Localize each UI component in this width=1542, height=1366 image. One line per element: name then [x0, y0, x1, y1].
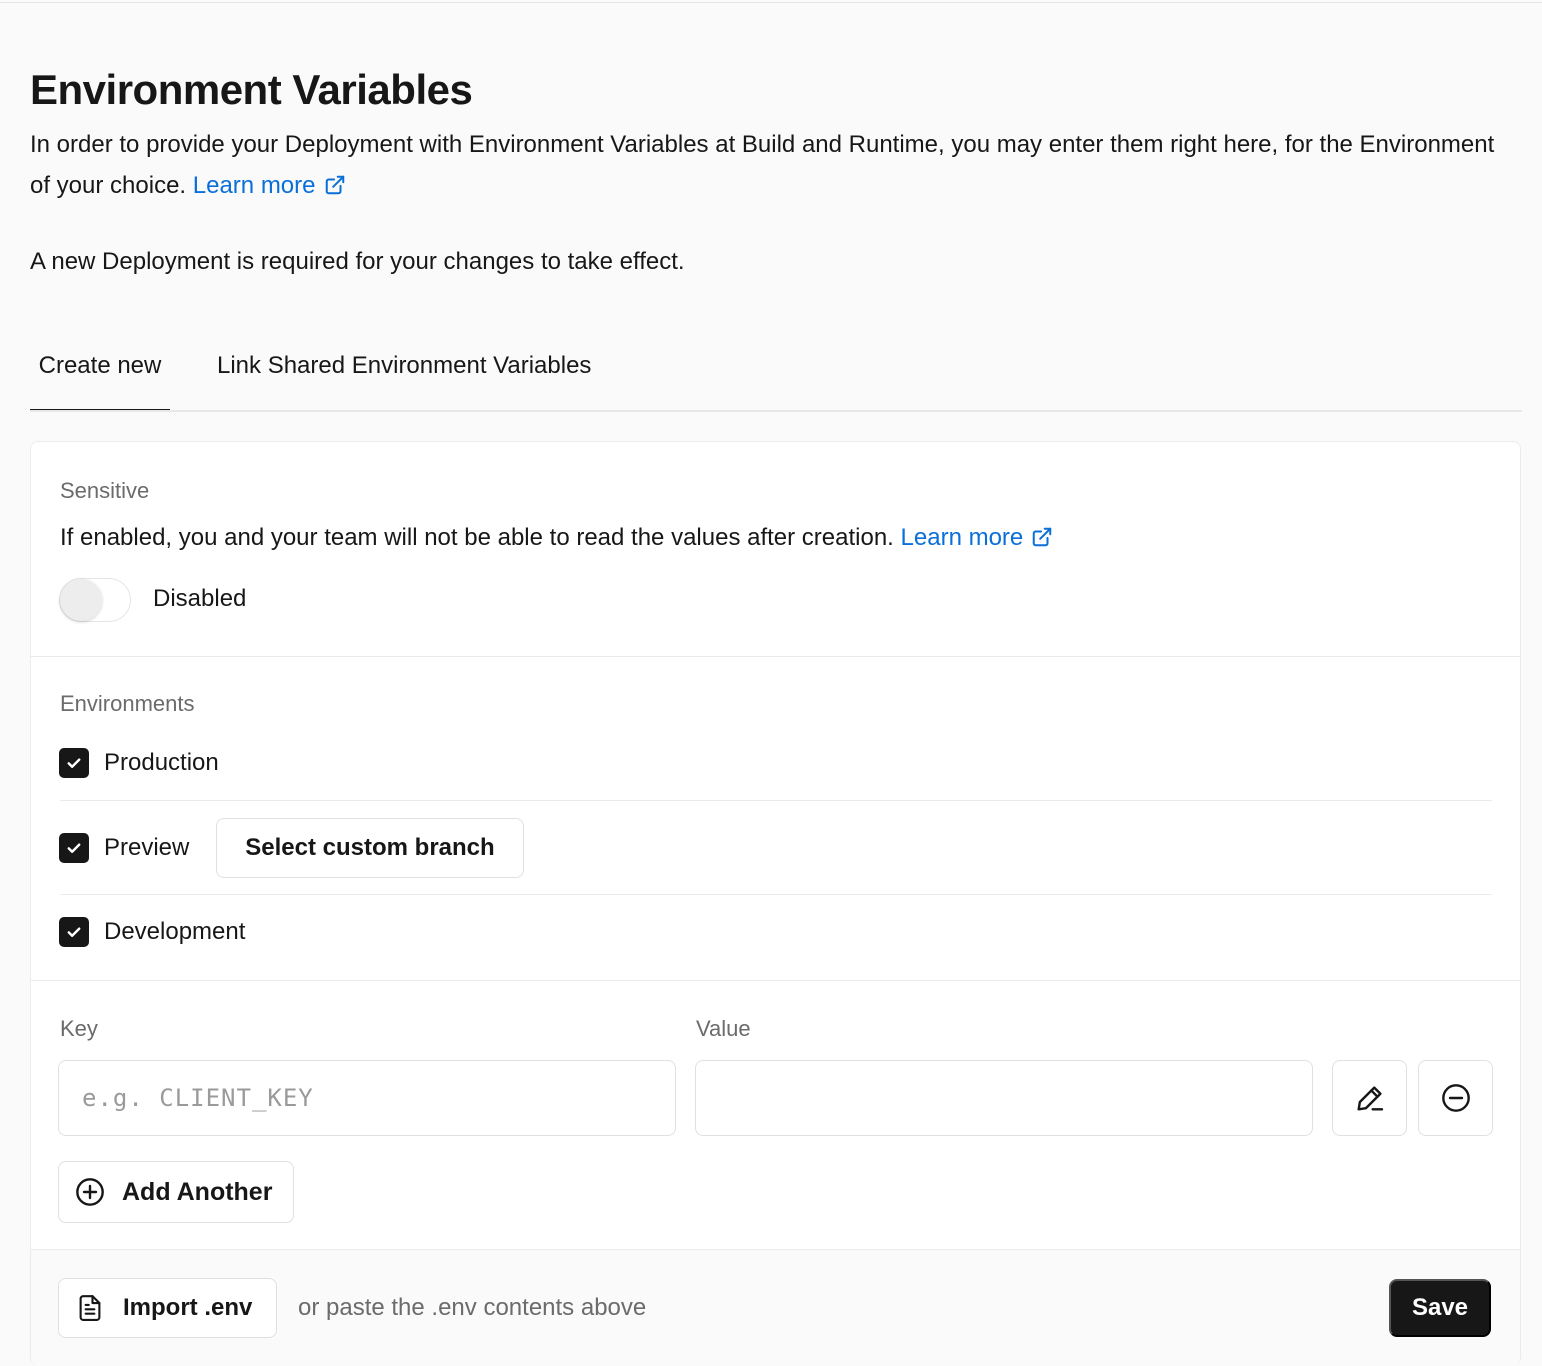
pencil-icon [1356, 1086, 1383, 1111]
tab-link-shared[interactable]: Link Shared Environment Variables [217, 352, 591, 412]
external-link-icon [1033, 527, 1052, 547]
create-variable-card: Sensitive If enabled, you and your team … [30, 441, 1521, 1366]
section-divider [31, 980, 1520, 981]
development-label: Development [104, 918, 246, 945]
tabs-divider [30, 410, 1522, 412]
page-title: Environment Variables [30, 66, 473, 113]
external-link-icon [325, 175, 344, 195]
key-input[interactable] [58, 1060, 676, 1136]
env-development-row: Development [59, 912, 245, 952]
check-icon [67, 758, 81, 768]
import-env-button[interactable]: Import .env [58, 1278, 277, 1338]
env-divider [60, 894, 1492, 895]
file-icon [75, 1293, 105, 1323]
env-divider [60, 800, 1492, 801]
learn-more-link[interactable]: Learn more [193, 172, 346, 199]
check-icon [67, 843, 81, 853]
tab-create-new-label: Create new [38, 352, 162, 379]
sensitive-description: If enabled, you and your team will not b… [60, 524, 1053, 552]
section-divider [31, 656, 1520, 657]
sensitive-toggle-state: Disabled [153, 585, 247, 612]
environments-label: Environments [60, 691, 195, 716]
preview-checkbox[interactable] [59, 833, 89, 863]
sensitive-description-text: If enabled, you and your team will not b… [60, 524, 894, 551]
remove-row-button[interactable] [1418, 1060, 1493, 1136]
preview-label: Preview [104, 834, 190, 861]
import-env-label: Import .env [123, 1294, 253, 1321]
learn-more-label: Learn more [192, 172, 316, 199]
value-label: Value [696, 1016, 751, 1041]
card-footer: Import .env or paste the .env contents a… [31, 1249, 1520, 1366]
sensitive-label: Sensitive [60, 478, 150, 503]
tab-bar: Create new Link Shared Environment Varia… [30, 340, 1522, 412]
sensitive-toggle[interactable] [59, 578, 131, 622]
env-preview-row: Preview [59, 828, 189, 868]
check-icon [67, 927, 81, 937]
minus-circle-icon [1441, 1084, 1470, 1112]
edit-value-button[interactable] [1332, 1060, 1407, 1136]
add-another-label: Add Another [122, 1177, 273, 1206]
tab-link-shared-label: Link Shared Environment Variables [217, 352, 592, 379]
add-another-button[interactable]: Add Another [58, 1161, 294, 1223]
env-production-row: Production [59, 743, 219, 783]
paste-hint: or paste the .env contents above [298, 1294, 647, 1321]
sensitive-learn-more-label: Learn more [900, 524, 1024, 551]
value-input[interactable] [695, 1060, 1313, 1136]
page-description: In order to provide your Deployment with… [30, 124, 1510, 206]
development-checkbox[interactable] [59, 917, 89, 947]
top-divider [0, 2, 1542, 3]
select-custom-branch-button[interactable]: Select custom branch [216, 818, 524, 878]
sensitive-learn-more-link[interactable]: Learn more [901, 524, 1054, 551]
toggle-knob [60, 579, 102, 621]
tab-create-new[interactable]: Create new [30, 352, 170, 412]
deployment-note: A new Deployment is required for your ch… [30, 248, 685, 275]
plus-circle-icon [74, 1176, 106, 1208]
production-label: Production [104, 749, 219, 776]
production-checkbox[interactable] [59, 748, 89, 778]
save-button[interactable]: Save [1389, 1279, 1491, 1337]
key-label: Key [60, 1016, 98, 1041]
